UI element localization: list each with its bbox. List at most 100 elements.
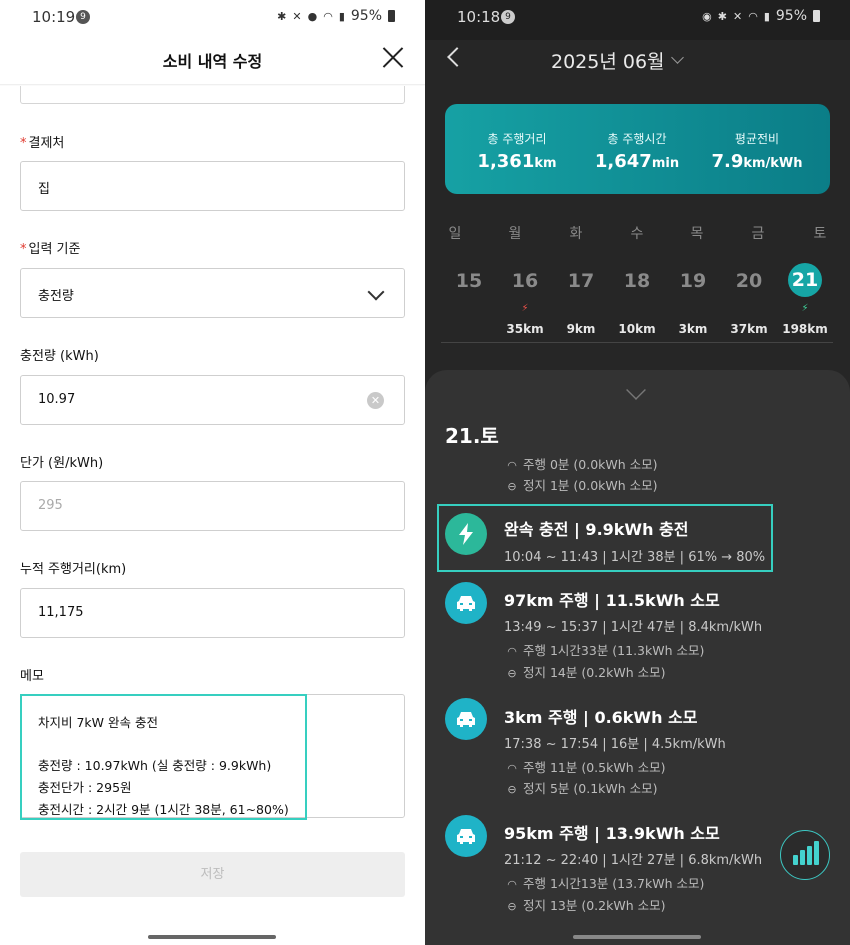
date-cell-selected[interactable]: 21 <box>788 263 822 297</box>
unit-price-placeholder: 295 <box>38 498 63 513</box>
event-detail: 17:38 ~ 17:54 | 16분 | 4.5km/kWh <box>504 737 726 752</box>
date-cell[interactable]: 20 <box>729 270 769 292</box>
summary-total-time: 총 주행시간 1,647min <box>594 132 680 172</box>
selected-day-title: 21.토 <box>445 424 499 448</box>
battery-percent: 95% <box>350 8 382 24</box>
chevron-down-icon <box>367 283 385 301</box>
date-cell[interactable]: 18 <box>617 270 657 292</box>
stop-icon: ⊖ <box>507 667 517 680</box>
car-icon <box>445 582 487 624</box>
sub-row: ◠ 주행 1시간33분 (11.3kWh 소모) <box>505 640 704 659</box>
charge-amount-input[interactable]: 10.97 ✕ <box>20 375 405 425</box>
speedometer-icon: ◠ <box>507 459 517 472</box>
clear-icon[interactable]: ✕ <box>367 392 384 409</box>
weekday-label: 화 <box>569 226 583 242</box>
alarm-icon: ◉ <box>702 9 712 23</box>
memo-label: 메모 <box>20 669 44 684</box>
odometer-input[interactable]: 11,175 <box>20 588 405 638</box>
required-mark: * <box>20 136 27 151</box>
bluetooth-icon: ✱ <box>277 9 287 23</box>
charge-amount-value: 10.97 <box>38 392 76 407</box>
sub-row: ⊖ 정지 13분 (0.2kWh 소모) <box>505 895 665 914</box>
charge-bolt-icon: ⚡ <box>801 303 809 314</box>
date-distance: 198km <box>782 322 828 336</box>
merchant-input[interactable]: 집 <box>20 161 405 211</box>
bar-chart-icon <box>793 855 798 865</box>
date-cell[interactable]: 16 <box>505 270 545 292</box>
mute-icon: ✕ <box>732 9 743 23</box>
charge-bolt-icon: ⚡ <box>521 303 529 314</box>
header-divider <box>0 84 425 86</box>
event-detail: 21:12 ~ 22:40 | 1시간 27분 | 6.8km/kWh <box>504 853 763 868</box>
signal-icon: ▮ <box>338 9 345 23</box>
stop-icon: ⊖ <box>507 480 517 493</box>
summary-card: 총 주행거리 1,361km 총 주행시간 1,647min 평균전비 7.9k… <box>445 104 830 194</box>
event-title[interactable]: 3km 주행 | 0.6kWh 소모 <box>504 704 697 728</box>
weekday-label: 목 <box>690 226 704 242</box>
weekday-label: 토 <box>813 226 827 242</box>
right-screen: 10:18 9 ◉ ✱ ✕ ◠ ▮ 95% 2025년 06월 총 주행거리 1… <box>425 0 850 945</box>
battery-icon <box>813 10 820 22</box>
merchant-value: 집 <box>38 182 50 197</box>
left-screen: 10:19 9 ✱ ✕ ● ◠ ▮ 95% 소비 내역 수정 * 결제처 집 * 입… <box>0 0 425 945</box>
weekday-label: 일 <box>448 226 462 242</box>
bluetooth-icon: ✱ <box>717 9 727 23</box>
status-icons: ✱ ✕ ● ◠ ▮ 95% <box>277 8 395 24</box>
unit-price-label: 단가 (원/kWh) <box>20 456 104 471</box>
event-highlight-box <box>437 504 773 572</box>
event-title[interactable]: 97km 주행 | 11.5kWh 소모 <box>504 587 720 611</box>
merchant-label: * 결제처 <box>20 136 65 151</box>
battery-icon <box>388 10 395 22</box>
input-basis-label: * 입력 기준 <box>20 242 81 257</box>
required-mark: * <box>20 242 27 257</box>
date-distance: 9km <box>566 322 596 336</box>
sub-row: ⊖ 정지 14분 (0.2kWh 소모) <box>505 662 665 681</box>
date-cell[interactable]: 15 <box>449 270 489 292</box>
home-indicator[interactable] <box>148 935 276 939</box>
stop-icon: ⊖ <box>507 783 517 796</box>
summary-avg-efficiency: 평균전비 7.9km/kWh <box>711 132 803 172</box>
close-icon[interactable] <box>381 46 405 70</box>
save-button[interactable]: 저장 <box>20 852 405 897</box>
chevron-down-icon[interactable] <box>671 51 684 64</box>
memo-highlight-box <box>20 694 307 820</box>
date-cell[interactable]: 19 <box>673 270 713 292</box>
notification-badge: 9 <box>501 10 515 24</box>
input-basis-value: 충전량 <box>38 289 74 304</box>
sub-row: ⊖ 정지 5분 (0.1kWh 소모) <box>505 778 657 797</box>
input-basis-select[interactable]: 충전량 <box>20 268 405 318</box>
home-indicator[interactable] <box>573 935 701 939</box>
date-cell[interactable]: 17 <box>561 270 601 292</box>
battery-percent: 95% <box>775 8 807 24</box>
status-icons: ◉ ✱ ✕ ◠ ▮ 95% <box>702 8 820 24</box>
sub-row: ⊖ 정지 1분 (0.0kWh 소모) <box>505 475 657 494</box>
sub-row: ◠ 주행 0분 (0.0kWh 소모) <box>505 454 657 473</box>
wifi-icon: ◠ <box>323 9 333 23</box>
sub-row: ◠ 주행 1시간13분 (13.7kWh 소모) <box>505 873 704 892</box>
status-bar: 10:19 9 ✱ ✕ ● ◠ ▮ 95% <box>0 0 425 34</box>
back-arrow-icon[interactable] <box>447 47 467 67</box>
event-detail: 13:49 ~ 15:37 | 1시간 47분 | 8.4km/kWh <box>504 620 763 635</box>
stats-chart-button[interactable] <box>780 830 830 880</box>
odometer-value: 11,175 <box>38 605 84 620</box>
bar-chart-icon <box>800 850 805 865</box>
event-title[interactable]: 95km 주행 | 13.9kWh 소모 <box>504 820 720 844</box>
speedometer-icon: ◠ <box>507 762 517 775</box>
calendar-divider <box>441 342 833 343</box>
sub-row: ◠ 주행 11분 (0.5kWh 소모) <box>505 757 665 776</box>
status-bar: 10:18 9 ◉ ✱ ✕ ◠ ▮ 95% <box>425 0 850 34</box>
notification-badge: 9 <box>76 10 90 24</box>
bar-chart-icon <box>807 846 812 865</box>
date-distance: 3km <box>678 322 708 336</box>
date-distance: 37km <box>730 322 768 336</box>
page-title: 소비 내역 수정 <box>162 52 263 71</box>
weekday-label: 금 <box>751 226 765 242</box>
weekday-label: 월 <box>508 226 522 242</box>
bar-chart-icon <box>814 841 819 865</box>
location-icon: ● <box>307 9 318 23</box>
speedometer-icon: ◠ <box>507 878 517 891</box>
wifi-icon: ◠ <box>748 9 758 23</box>
car-icon <box>445 815 487 857</box>
month-title[interactable]: 2025년 06월 <box>551 47 665 74</box>
unit-price-input[interactable]: 295 <box>20 481 405 531</box>
